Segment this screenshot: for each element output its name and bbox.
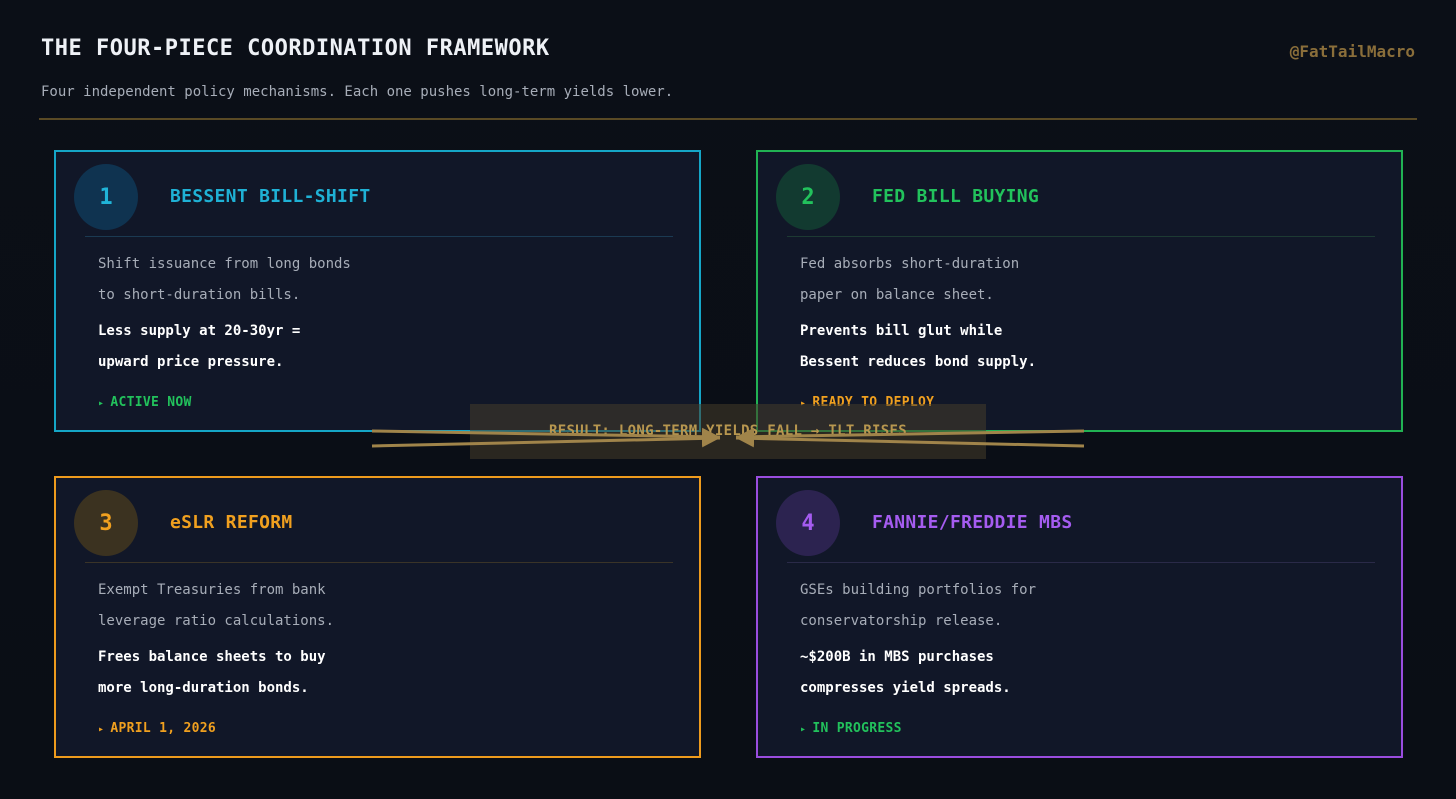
arrow-from-card-3 [371, 429, 721, 448]
framework-diagram: THE FOUR-PIECE COORDINATION FRAMEWORK @F… [0, 0, 1456, 799]
convergence-arrows [371, 427, 1085, 448]
arrow-from-card-2 [735, 427, 1085, 446]
arrow-from-card-1 [371, 427, 721, 446]
arrow-from-card-4 [735, 429, 1085, 448]
